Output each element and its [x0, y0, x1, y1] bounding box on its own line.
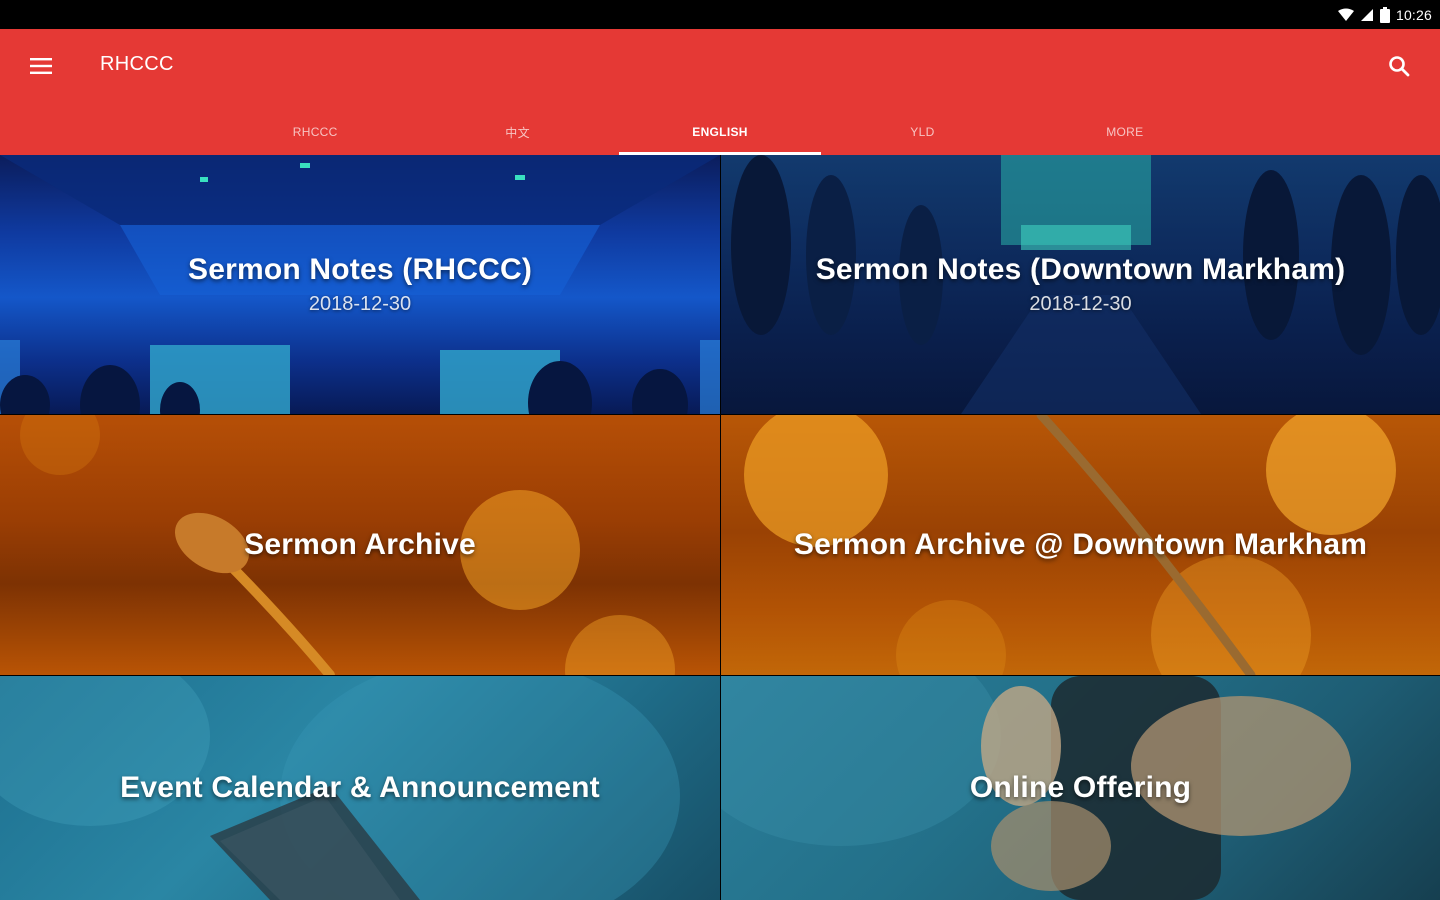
- tab-more[interactable]: MORE: [1024, 109, 1226, 155]
- status-bar: 10:26: [0, 0, 1440, 29]
- tile-title: Online Offering: [969, 771, 1192, 804]
- tab-label: RHCCC: [292, 125, 338, 139]
- search-icon: [1389, 56, 1410, 77]
- tab-rhccc[interactable]: RHCCC: [214, 109, 416, 155]
- menu-grid: Sermon Notes (RHCCC) 2018-12-30 Sermon N…: [0, 155, 1440, 900]
- tab-label: 中文: [505, 125, 530, 140]
- hamburger-menu-icon: [30, 58, 52, 74]
- tile-sermon-archive-downtown[interactable]: Sermon Archive @ Downtown Markham: [721, 415, 1440, 675]
- tile-title: Sermon Archive: [244, 528, 476, 561]
- menu-button[interactable]: [20, 45, 62, 87]
- wifi-icon: [1337, 8, 1354, 21]
- tile-date: 2018-12-30: [1029, 293, 1132, 315]
- app-bar: RHCCC RHCCC 中文 ENGLISH YLD MORE: [0, 29, 1440, 155]
- tab-label: MORE: [1106, 125, 1144, 139]
- battery-icon: [1379, 7, 1390, 23]
- tile-online-offering[interactable]: Online Offering: [721, 676, 1440, 900]
- search-button[interactable]: [1378, 45, 1420, 87]
- tab-english[interactable]: ENGLISH: [618, 109, 822, 155]
- tab-label: ENGLISH: [692, 125, 748, 139]
- status-icons: 10:26: [1337, 5, 1432, 25]
- tab-label: YLD: [910, 125, 935, 139]
- tile-date: 2018-12-30: [308, 293, 412, 315]
- app-title: RHCCC: [100, 53, 174, 75]
- tile-sermon-archive[interactable]: Sermon Archive: [0, 415, 720, 675]
- tile-title: Sermon Notes (RHCCC): [187, 253, 533, 286]
- tile-sermon-notes-downtown[interactable]: Sermon Notes (Downtown Markham) 2018-12-…: [721, 155, 1440, 414]
- tile-sermon-notes-rhccc[interactable]: Sermon Notes (RHCCC) 2018-12-30: [0, 155, 720, 414]
- tile-event-calendar[interactable]: Event Calendar & Announcement: [0, 676, 720, 900]
- tile-title: Sermon Notes (Downtown Markham): [815, 253, 1346, 286]
- tab-bar: RHCCC 中文 ENGLISH YLD MORE: [214, 109, 1226, 155]
- tab-yld[interactable]: YLD: [821, 109, 1023, 155]
- tile-title: Sermon Archive @ Downtown Markham: [793, 528, 1368, 561]
- tab-chinese[interactable]: 中文: [416, 109, 618, 155]
- status-time: 10:26: [1395, 7, 1432, 23]
- tile-title: Event Calendar & Announcement: [120, 771, 600, 804]
- cell-signal-icon: [1360, 9, 1373, 21]
